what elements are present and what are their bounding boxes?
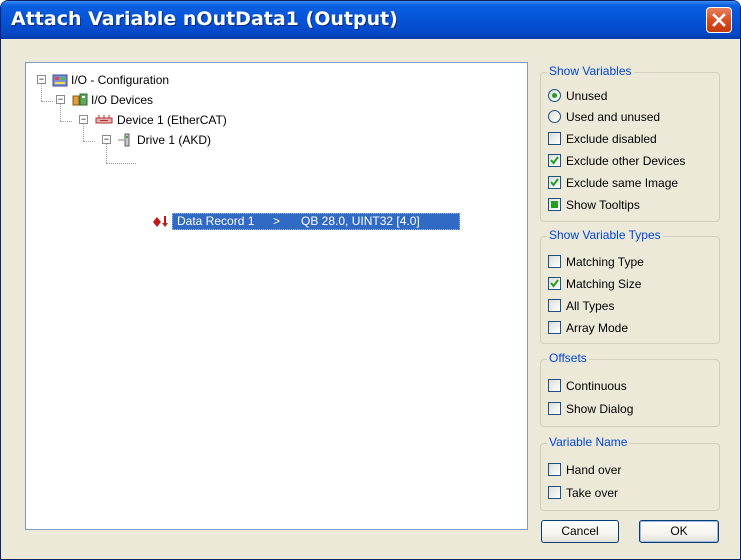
group-title: Show Variables xyxy=(547,64,634,78)
tree-item-drive-1-akd[interactable]: − Drive 1 (AKD) xyxy=(26,131,326,149)
checkmark-icon xyxy=(548,277,561,290)
radio-selected-icon xyxy=(548,89,561,102)
close-icon xyxy=(712,13,726,27)
link-arrow: > xyxy=(273,214,281,228)
show-variables-group: Show Variables Unused Used and unused Ex… xyxy=(540,64,720,222)
attach-variable-dialog: Attach Variable nOutData1 (Output) − I/O… xyxy=(0,0,741,560)
checkmark-icon xyxy=(548,154,561,167)
checkbox-icon xyxy=(548,255,561,268)
output-variable-icon xyxy=(153,216,168,227)
title-bar[interactable]: Attach Variable nOutData1 (Output) xyxy=(1,1,740,39)
window-title: Attach Variable nOutData1 (Output) xyxy=(11,8,398,30)
tree-item-label: I/O - Configuration xyxy=(71,73,170,87)
tree-item-io-configuration[interactable]: − I/O - Configuration xyxy=(26,71,326,89)
collapse-icon[interactable]: − xyxy=(37,75,46,84)
collapse-icon[interactable]: − xyxy=(102,135,111,144)
indeterminate-checkbox-icon xyxy=(548,198,561,211)
radio-icon xyxy=(548,110,561,123)
variable-tree[interactable]: − I/O - Configuration − I/O Devices − De… xyxy=(25,62,528,530)
tree-item-label: I/O Devices xyxy=(91,93,154,107)
checkbox-icon xyxy=(548,321,561,334)
checkbox-icon xyxy=(548,486,561,499)
drive-icon xyxy=(118,133,130,147)
group-title: Offsets xyxy=(547,351,589,365)
variable-address: QB 28.0, UINT32 [4.0] xyxy=(301,214,420,228)
offsets-group: Offsets Continuous Show Dialog xyxy=(540,351,720,427)
cancel-button[interactable]: Cancel xyxy=(541,520,619,543)
checkbox-icon xyxy=(548,132,561,145)
tree-item-label: Device 1 (EtherCAT) xyxy=(117,113,227,127)
show-variable-types-group: Show Variable Types Matching Type Matchi… xyxy=(540,228,720,344)
collapse-icon[interactable]: − xyxy=(56,95,65,104)
group-title: Variable Name xyxy=(547,435,630,449)
checkbox-icon xyxy=(548,463,561,476)
checkmark-icon xyxy=(548,176,561,189)
ethercat-device-icon xyxy=(95,115,113,124)
tree-item-device-1-ethercat[interactable]: − Device 1 (EtherCAT) xyxy=(26,111,326,129)
group-title: Show Variable Types xyxy=(547,228,663,242)
checkbox-icon xyxy=(548,299,561,312)
tree-item-io-devices[interactable]: − I/O Devices xyxy=(26,91,326,109)
ok-button[interactable]: OK xyxy=(639,520,719,543)
close-button[interactable] xyxy=(706,7,732,33)
collapse-icon[interactable]: − xyxy=(79,115,88,124)
variable-name: Data Record 1 xyxy=(177,214,255,228)
checkbox-icon xyxy=(548,379,561,392)
checkbox-icon xyxy=(548,402,561,415)
tree-item-label: Drive 1 (AKD) xyxy=(137,133,212,147)
io-config-icon xyxy=(52,74,68,87)
tree-item-data-record-1[interactable]: Data Record 1 > QB 28.0, UINT32 [4.0] xyxy=(172,213,460,230)
io-devices-icon xyxy=(72,93,88,106)
variable-name-group: Variable Name Hand over Take over xyxy=(540,435,720,511)
